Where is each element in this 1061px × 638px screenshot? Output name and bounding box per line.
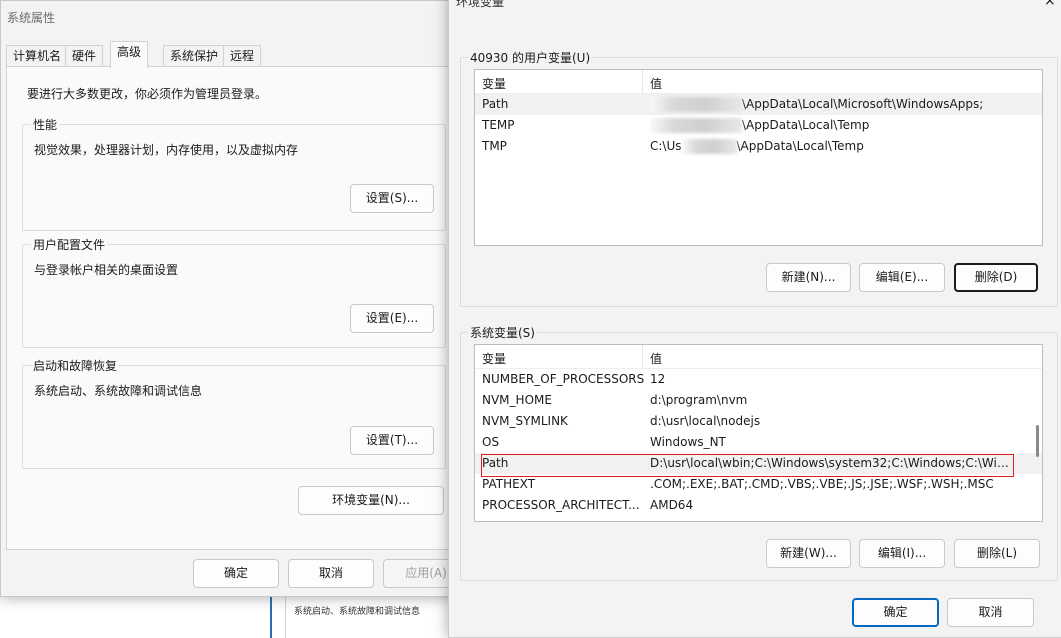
user-profiles-desc: 与登录帐户相关的桌面设置: [34, 263, 179, 277]
performance-title: 性能: [31, 116, 60, 133]
list-item[interactable]: Path \AppData\Local\Microsoft\WindowsApp…: [475, 94, 1042, 115]
background-text: 系统启动、系统故障和调试信息: [294, 607, 421, 617]
admin-notice: 要进行大多数更改，你必须作为管理员登录。: [27, 87, 268, 101]
advanced-tab-panel: 要进行大多数更改，你必须作为管理员登录。 性能 视觉效果，处理器计划，内存使用，…: [6, 66, 450, 550]
variable-value: AMD64: [650, 498, 694, 512]
variable-name: NUMBER_OF_PROCESSORS: [482, 372, 645, 386]
user-edit-button[interactable]: 编辑(E)...: [859, 263, 945, 292]
performance-desc: 视觉效果，处理器计划，内存使用，以及虚拟内存: [34, 143, 299, 157]
list-item[interactable]: TMP C:\Us \AppData\Local\Temp: [475, 136, 1042, 157]
performance-group: 性能 视觉效果，处理器计划，内存使用，以及虚拟内存 设置(S)...: [22, 116, 446, 231]
startup-recovery-title: 启动和故障恢复: [31, 357, 120, 374]
redacted-block: [650, 118, 742, 133]
user-variables-group: 40930 的用户变量(U) 变量 值 Path \AppData\Local\…: [460, 49, 1058, 307]
column-separator[interactable]: [642, 70, 643, 94]
user-profiles-title: 用户配置文件: [31, 236, 108, 253]
variable-value: Windows_NT: [650, 435, 726, 449]
list-header: 变量 值: [475, 70, 1042, 94]
ok-button[interactable]: 确定: [852, 598, 939, 627]
background-divider-2: [285, 596, 286, 638]
column-header-name[interactable]: 变量: [482, 350, 506, 367]
performance-settings-button[interactable]: 设置(S)...: [350, 184, 434, 213]
environment-variables-button[interactable]: 环境变量(N)...: [298, 486, 444, 515]
user-profiles-settings-button[interactable]: 设置(E)...: [350, 304, 434, 333]
list-item[interactable]: PROCESSOR_ARCHITECT... AMD64: [475, 495, 1042, 516]
list-item[interactable]: OS Windows_NT: [475, 432, 1042, 453]
variable-name: PROCESSOR_ARCHITECT...: [482, 498, 640, 512]
close-icon[interactable]: ×: [1044, 0, 1056, 9]
list-header: 变量 值: [475, 345, 1042, 369]
path-highlight-box: [481, 454, 1014, 477]
variable-value: \AppData\Local\Microsoft\WindowsApps;: [742, 97, 984, 111]
variable-name: NVM_SYMLINK: [482, 414, 568, 428]
user-profiles-group: 用户配置文件 与登录帐户相关的桌面设置 设置(E)...: [22, 236, 446, 348]
tab-hardware[interactable]: 硬件: [65, 45, 104, 67]
variable-value: d:\usr\local\nodejs: [650, 414, 761, 428]
startup-recovery-settings-button[interactable]: 设置(T)...: [350, 426, 434, 455]
list-item[interactable]: TEMP \AppData\Local\Temp: [475, 115, 1042, 136]
redacted-block: [650, 97, 742, 112]
system-properties-dialog: 系统属性 计算机名 硬件 高级 系统保护 远程 要进行大多数更改，你必须作为管理…: [0, 0, 469, 597]
tab-remote[interactable]: 远程: [223, 45, 262, 67]
background-divider: [270, 596, 272, 638]
user-variables-title: 40930 的用户变量(U): [468, 49, 593, 66]
variable-name: TEMP: [482, 118, 515, 132]
environment-variables-dialog: 环境变量 × 40930 的用户变量(U) 变量 值 Path \AppData…: [448, 0, 1061, 638]
redacted-block: [681, 139, 737, 154]
value-prefix: C:\Us: [650, 139, 682, 153]
user-new-button[interactable]: 新建(N)...: [766, 263, 851, 292]
cancel-button[interactable]: 取消: [288, 559, 374, 588]
variable-name: PATHEXT: [482, 477, 536, 491]
column-header-value[interactable]: 值: [650, 75, 662, 92]
variable-value: \AppData\Local\Temp: [736, 139, 864, 153]
column-header-name[interactable]: 变量: [482, 75, 506, 92]
user-variables-list[interactable]: 变量 值 Path \AppData\Local\Microsoft\Windo…: [474, 69, 1043, 246]
column-separator[interactable]: [642, 345, 643, 369]
system-variables-group: 系统变量(S) 变量 值 NUMBER_OF_PROCESSORS 12 NVM…: [460, 324, 1058, 581]
variable-value: \AppData\Local\Temp: [742, 118, 870, 132]
scrollbar-thumb[interactable]: [1036, 425, 1039, 457]
variable-value: 12: [650, 372, 666, 386]
dialog-title: 系统属性: [7, 11, 56, 25]
ok-button[interactable]: 确定: [193, 559, 279, 588]
variable-value-cell: \AppData\Local\Temp: [650, 115, 1010, 136]
tab-advanced[interactable]: 高级: [110, 41, 149, 68]
system-variables-title: 系统变量(S): [468, 324, 537, 341]
variable-name: OS: [482, 435, 500, 449]
startup-recovery-group: 启动和故障恢复 系统启动、系统故障和调试信息 设置(T)...: [22, 357, 446, 469]
variable-value: d:\program\nvm: [650, 393, 748, 407]
list-item[interactable]: NVM_HOME d:\program\nvm: [475, 390, 1042, 411]
list-item[interactable]: NVM_SYMLINK d:\usr\local\nodejs: [475, 411, 1042, 432]
list-item[interactable]: NUMBER_OF_PROCESSORS 12: [475, 369, 1042, 390]
variable-value-cell: C:\Us \AppData\Local\Temp: [650, 136, 1010, 157]
tab-computer-name[interactable]: 计算机名: [6, 45, 69, 67]
system-variables-list[interactable]: 变量 值 NUMBER_OF_PROCESSORS 12 NVM_HOME d:…: [474, 344, 1043, 522]
tab-bar: 计算机名 硬件 高级 系统保护 远程: [6, 41, 451, 68]
column-header-value[interactable]: 值: [650, 350, 662, 367]
variable-value: .COM;.EXE;.BAT;.CMD;.VBS;.VBE;.JS;.JSE;.…: [650, 477, 994, 491]
system-delete-button[interactable]: 删除(L): [954, 539, 1040, 568]
tab-system-protection[interactable]: 系统保护: [163, 45, 226, 67]
list-item[interactable]: PATHEXT .COM;.EXE;.BAT;.CMD;.VBS;.VBE;.J…: [475, 474, 1042, 495]
startup-recovery-desc: 系统启动、系统故障和调试信息: [34, 384, 203, 398]
dialog-title: 环境变量: [456, 0, 505, 9]
system-edit-button[interactable]: 编辑(I)...: [859, 539, 945, 568]
background-window: 系统启动、系统故障和调试信息: [0, 596, 460, 638]
user-delete-button[interactable]: 删除(D): [954, 263, 1038, 292]
variable-name: TMP: [482, 139, 507, 153]
variable-value-cell: \AppData\Local\Microsoft\WindowsApps;: [650, 94, 1010, 115]
system-new-button[interactable]: 新建(W)...: [766, 539, 851, 568]
variable-name: NVM_HOME: [482, 393, 552, 407]
cancel-button[interactable]: 取消: [947, 598, 1034, 627]
variable-name: Path: [482, 97, 509, 111]
